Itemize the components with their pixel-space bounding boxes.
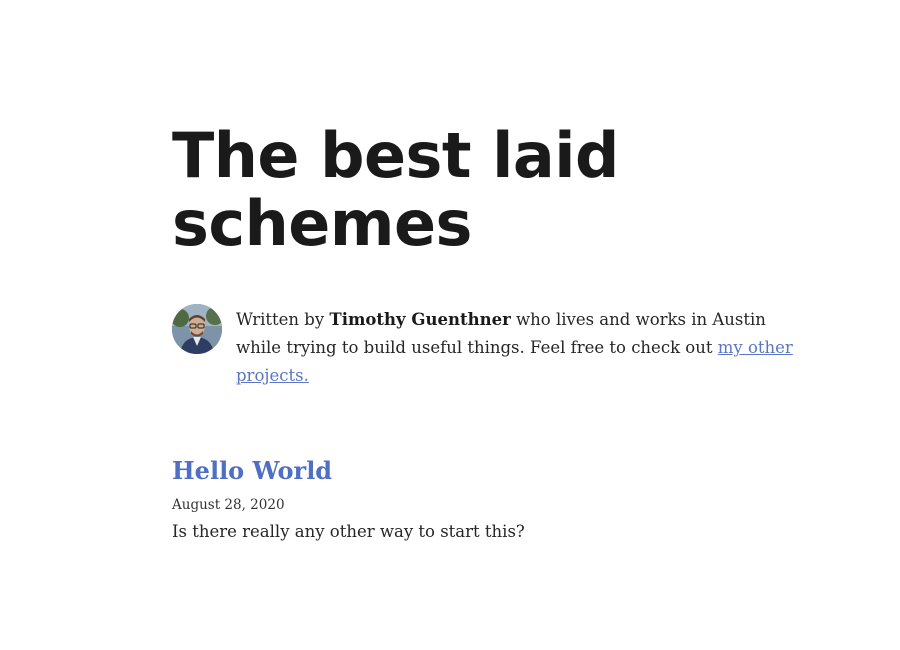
site-title[interactable]: The best laid schemes [172, 122, 772, 258]
bio-text: Written by Timothy Guenthner who lives a… [236, 306, 796, 390]
post-item: Hello World August 28, 2020 Is there rea… [172, 452, 772, 561]
author-photo-icon [172, 304, 222, 354]
avatar [172, 304, 222, 354]
post-title: Hello World [172, 452, 772, 490]
page: The best laid schemes Written by Timothy… [0, 0, 900, 650]
post-excerpt: Is there really any other way to start t… [172, 522, 525, 541]
bio: Written by Timothy Guenthner who lives a… [172, 304, 812, 390]
post-title-link[interactable]: Hello World [172, 456, 332, 485]
post-date: August 28, 2020 [172, 497, 285, 513]
author-name: Timothy Guenthner [329, 310, 511, 329]
bio-prefix: Written by [236, 310, 330, 329]
